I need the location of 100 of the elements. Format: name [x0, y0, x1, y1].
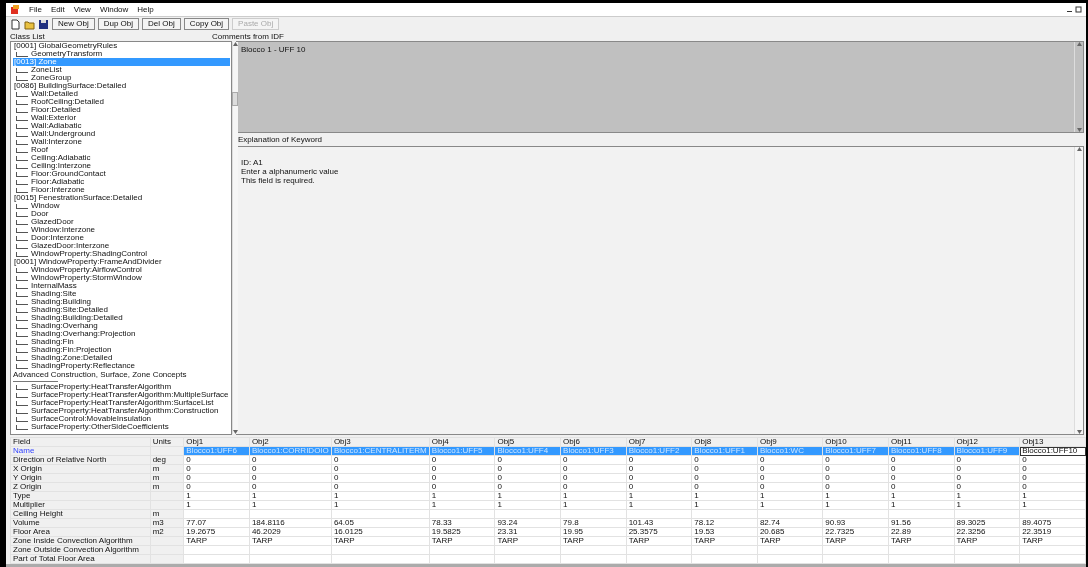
value-cell[interactable]: 0: [249, 455, 332, 465]
toolbar-button[interactable]: Copy Obj: [183, 18, 230, 30]
value-cell[interactable]: 0: [494, 464, 561, 474]
value-cell[interactable]: TARP: [494, 536, 561, 546]
class-item[interactable]: Wall:Detailed: [30, 90, 79, 98]
class-item[interactable]: SurfaceProperty:HeatTransferAlgorithm: [30, 383, 173, 391]
value-cell[interactable]: 23.31: [494, 527, 561, 537]
menu-item[interactable]: Window: [99, 5, 129, 14]
value-cell[interactable]: TARP: [1019, 536, 1086, 546]
value-cell[interactable]: 1: [822, 500, 889, 510]
column-header[interactable]: Obj6: [560, 437, 627, 447]
value-cell[interactable]: TARP: [822, 536, 889, 546]
class-item[interactable]: ZoneGroup: [30, 74, 73, 82]
value-cell[interactable]: 91.56: [888, 518, 955, 528]
value-cell[interactable]: TARP: [183, 536, 250, 546]
value-cell[interactable]: TARP: [331, 536, 430, 546]
class-item[interactable]: Shading:Overhang: [30, 322, 99, 330]
value-cell[interactable]: 1: [494, 500, 561, 510]
class-item[interactable]: ShadingProperty:Reflectance: [30, 362, 137, 370]
column-header[interactable]: Obj8: [691, 437, 758, 447]
value-cell[interactable]: 1: [331, 491, 430, 501]
value-cell[interactable]: 0: [494, 482, 561, 492]
class-item[interactable]: Ceiling:Interzone: [30, 162, 93, 170]
class-item[interactable]: Door: [30, 210, 50, 218]
class-group-item[interactable]: [0001] WindowProperty:FrameAndDivider: [13, 258, 230, 266]
class-item[interactable]: WindowProperty:StormWindow: [30, 274, 143, 282]
value-cell[interactable]: 0: [691, 464, 758, 474]
class-item[interactable]: SurfaceProperty:HeatTransferAlgorithm:MultipleSurface: [30, 391, 230, 399]
class-item[interactable]: Floor:Interzone: [30, 186, 86, 194]
value-cell[interactable]: 0: [691, 482, 758, 492]
class-item[interactable]: Window: [30, 202, 61, 210]
menu-item[interactable]: Edit: [50, 5, 65, 14]
class-item[interactable]: Shading:Fin: [30, 338, 75, 346]
value-cell[interactable]: 78.12: [691, 518, 758, 528]
value-cell[interactable]: 46.2029: [249, 527, 332, 537]
value-cell[interactable]: 1: [888, 500, 955, 510]
class-item[interactable]: RoofCeiling:Detailed: [30, 98, 105, 106]
value-cell[interactable]: 0: [626, 464, 692, 474]
value-cell[interactable]: 0: [691, 455, 758, 465]
class-item[interactable]: Floor:GroundContact: [30, 170, 107, 178]
value-cell[interactable]: 0: [560, 464, 627, 474]
class-item[interactable]: GeometryTransform: [30, 50, 104, 58]
menu-item[interactable]: File: [29, 5, 42, 14]
value-cell[interactable]: 0: [183, 455, 250, 465]
value-cell[interactable]: 0: [757, 482, 823, 492]
class-item[interactable]: Wall:Interzone: [30, 138, 83, 146]
value-cell[interactable]: 101.43: [626, 518, 692, 528]
column-header[interactable]: Obj4: [429, 437, 495, 447]
value-cell[interactable]: 184.8116: [249, 518, 332, 528]
column-header[interactable]: Obj7: [626, 437, 692, 447]
value-cell[interactable]: 0: [429, 482, 495, 492]
value-cell[interactable]: 0: [331, 482, 430, 492]
value-cell[interactable]: 0: [757, 455, 823, 465]
class-item[interactable]: GlazedDoor:Interzone: [30, 242, 111, 250]
value-cell[interactable]: 1: [183, 491, 250, 501]
value-cell[interactable]: 19.53: [691, 527, 758, 537]
value-cell[interactable]: 0: [331, 455, 430, 465]
class-group-item[interactable]: [0015] FenestrationSurface:Detailed: [13, 194, 230, 202]
value-cell[interactable]: 19.95: [560, 527, 627, 537]
column-header[interactable]: Obj12: [954, 437, 1020, 447]
class-item[interactable]: Floor:Detailed: [30, 106, 82, 114]
class-item[interactable]: Shading:Building: [30, 298, 93, 306]
value-cell[interactable]: 0: [1019, 464, 1086, 474]
class-item[interactable]: ZoneList: [30, 66, 63, 74]
column-header[interactable]: Obj13: [1019, 437, 1086, 447]
value-cell[interactable]: 0: [888, 464, 955, 474]
class-item[interactable]: WindowProperty:AirflowControl: [30, 266, 143, 274]
class-item[interactable]: Shading:Overhang:Projection: [30, 330, 137, 338]
class-item[interactable]: Roof: [30, 146, 49, 154]
value-cell[interactable]: 0: [626, 473, 692, 483]
value-cell[interactable]: 0: [429, 455, 495, 465]
value-cell[interactable]: 1: [183, 500, 250, 510]
value-cell[interactable]: 77.07: [183, 518, 250, 528]
value-cell[interactable]: 0: [888, 455, 955, 465]
value-cell[interactable]: 0: [691, 473, 758, 483]
toolbar-button[interactable]: Dup Obj: [97, 18, 140, 30]
value-cell[interactable]: 89.3025: [954, 518, 1020, 528]
value-cell[interactable]: 1: [822, 491, 889, 501]
class-item[interactable]: InternalMass: [30, 282, 78, 290]
value-cell[interactable]: 0: [954, 473, 1020, 483]
value-cell[interactable]: 1: [429, 491, 495, 501]
class-item[interactable]: Shading:Site: [30, 290, 78, 298]
value-cell[interactable]: 1: [691, 491, 758, 501]
value-cell[interactable]: 1: [757, 500, 823, 510]
value-cell[interactable]: 1: [249, 500, 332, 510]
menu-item[interactable]: View: [73, 5, 91, 14]
value-cell[interactable]: 1: [691, 500, 758, 510]
value-cell[interactable]: 78.33: [429, 518, 495, 528]
class-item[interactable]: Shading:Building:Detailed: [30, 314, 124, 322]
value-cell[interactable]: TARP: [757, 536, 823, 546]
class-item[interactable]: Wall:Adiabatic: [30, 122, 83, 130]
value-cell[interactable]: 0: [331, 473, 430, 483]
value-cell[interactable]: 0: [822, 473, 889, 483]
value-cell[interactable]: 79.8: [560, 518, 627, 528]
value-cell[interactable]: TARP: [954, 536, 1020, 546]
value-cell[interactable]: 0: [249, 482, 332, 492]
class-group-item[interactable]: [0001] GlobalGeometryRules: [13, 42, 230, 50]
class-item[interactable]: Window:Interzone: [30, 226, 97, 234]
value-cell[interactable]: 0: [954, 482, 1020, 492]
value-cell[interactable]: 64.05: [331, 518, 430, 528]
